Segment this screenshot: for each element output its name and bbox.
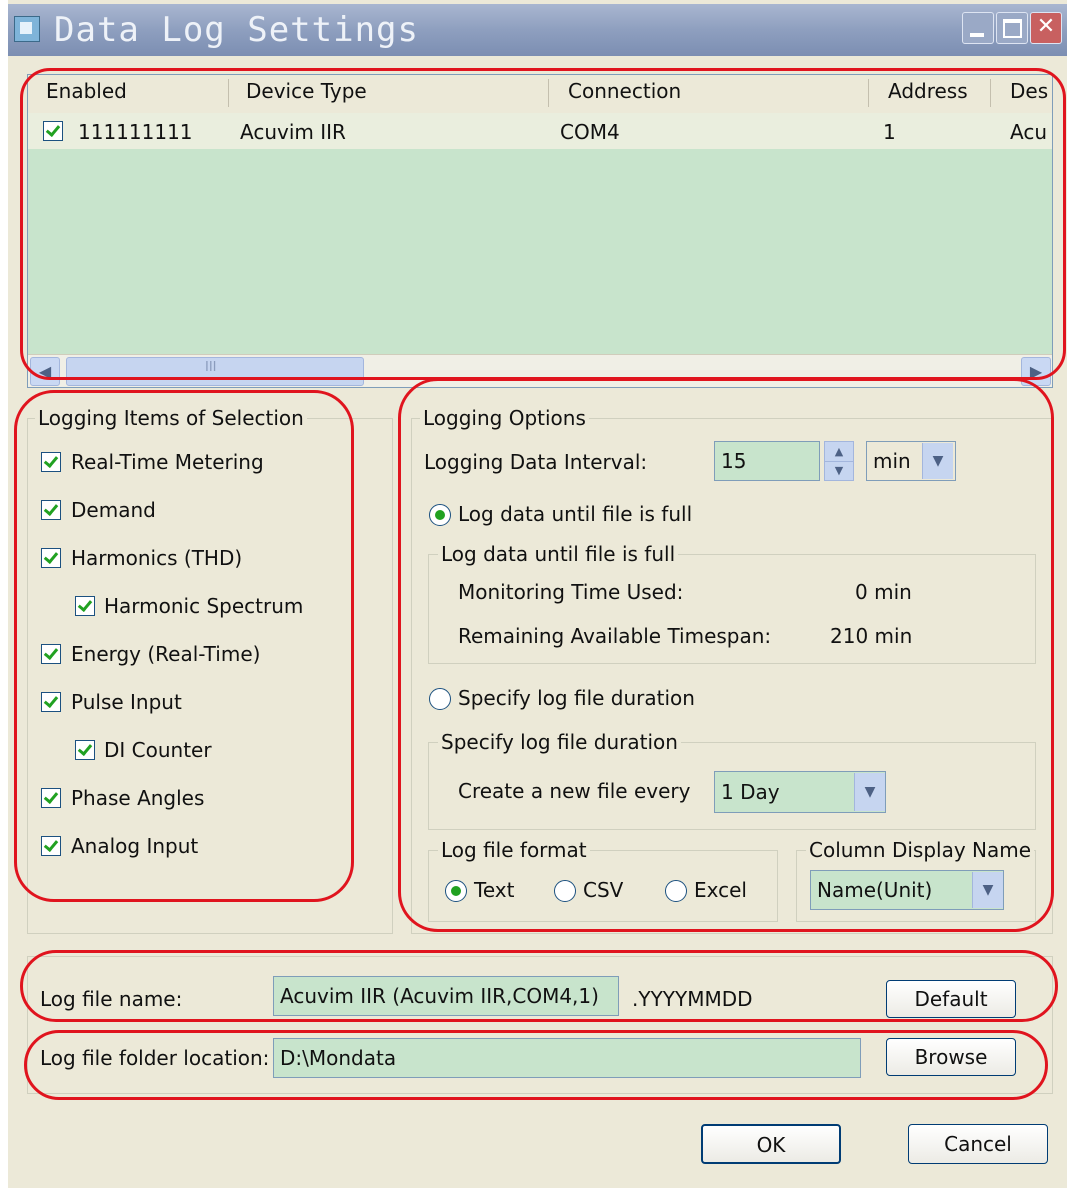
highlight-logging-options xyxy=(398,378,1054,932)
cancel-button[interactable]: Cancel xyxy=(908,1124,1048,1164)
highlight-device-table xyxy=(20,68,1066,380)
app-icon xyxy=(14,16,40,42)
close-icon[interactable]: ✕ xyxy=(1030,12,1062,44)
ok-button[interactable]: OK xyxy=(701,1124,841,1164)
highlight-logging-items xyxy=(14,390,354,902)
window-title: Data Log Settings xyxy=(54,10,419,50)
highlight-log-file-name xyxy=(20,950,1058,1022)
highlight-log-folder xyxy=(24,1030,1048,1100)
maximize-icon[interactable] xyxy=(996,12,1028,44)
minimize-icon[interactable] xyxy=(962,12,994,44)
